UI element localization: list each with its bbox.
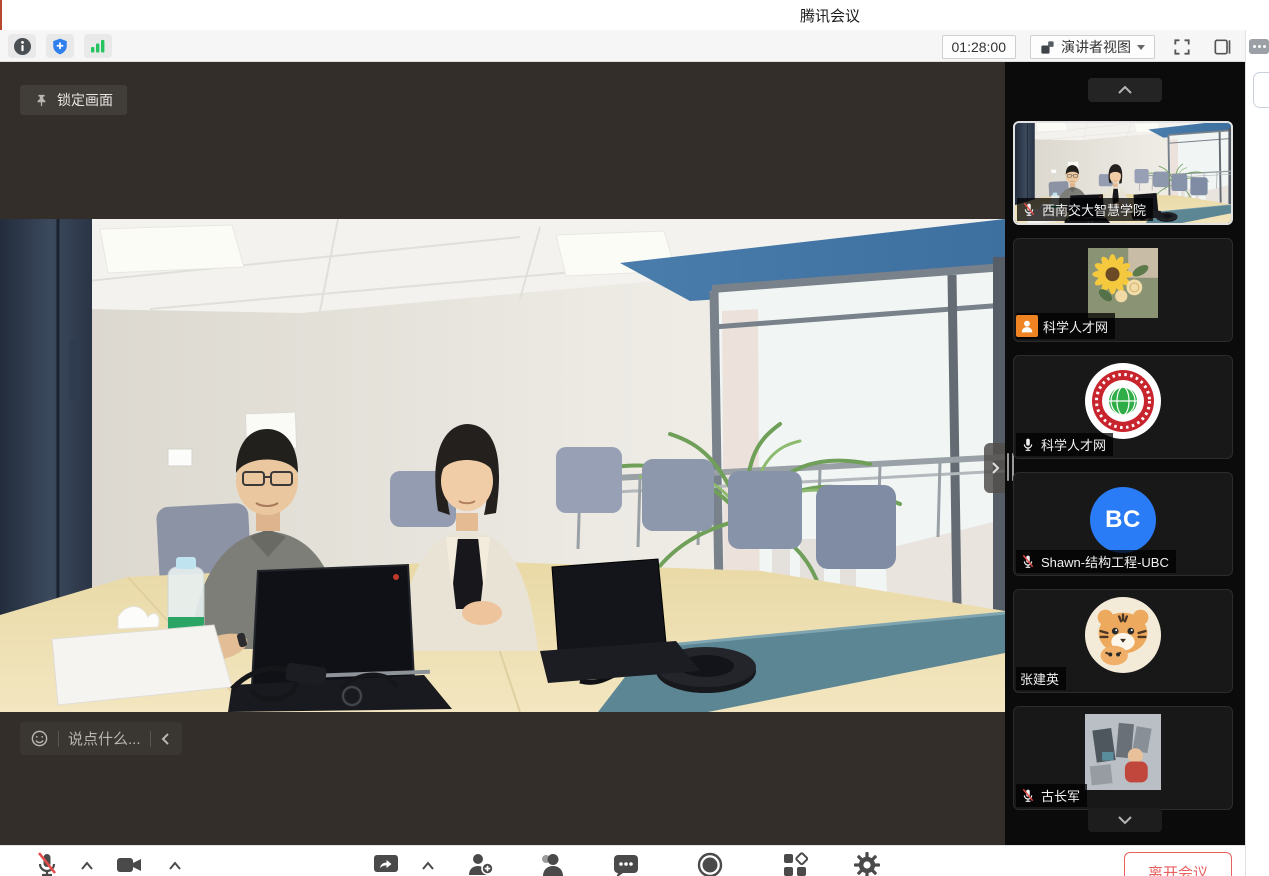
participant-tile[interactable]: 科学人才网	[1013, 238, 1233, 342]
mic-muted-icon	[1020, 788, 1036, 804]
camera-options-chevron[interactable]	[168, 859, 182, 873]
pin-icon	[34, 92, 49, 109]
participant-list: 西南交大智慧学院	[1013, 121, 1237, 810]
view-mode-dropdown[interactable]: 演讲者视图	[1030, 35, 1155, 59]
meeting-window: 腾讯会议	[0, 0, 1269, 876]
quick-chat-bar[interactable]: 说点什么...	[20, 722, 182, 755]
participant-label: Shawn-结构工程-UBC	[1016, 550, 1176, 573]
participant-label: 科学人才网	[1016, 313, 1115, 339]
chat-input-placeholder[interactable]: 说点什么...	[68, 728, 141, 749]
participant-label: 古长军	[1016, 784, 1087, 807]
collapse-chat-icon[interactable]	[160, 732, 172, 746]
camera-button-icon[interactable]	[115, 851, 143, 876]
network-quality-button[interactable]	[84, 34, 112, 58]
record-button-icon[interactable]	[696, 851, 724, 876]
chat-button-icon[interactable]	[612, 851, 640, 876]
divider	[150, 731, 151, 747]
participant-tile[interactable]: 张建英	[1013, 589, 1233, 693]
side-panel-icon	[1212, 37, 1232, 57]
participant-tile[interactable]: 科学人才网	[1013, 355, 1233, 459]
photo-avatar	[1083, 714, 1163, 790]
settings-button-icon[interactable]	[853, 851, 881, 876]
phone-user-badge-icon	[1016, 315, 1038, 337]
participant-name: 科学人才网	[1043, 317, 1108, 336]
collapsed-panel-outline	[1253, 72, 1269, 108]
emoji-icon[interactable]	[30, 729, 49, 748]
participant-tile[interactable]: BC	[1013, 472, 1233, 576]
more-bubble-icon[interactable]	[1249, 39, 1269, 54]
add-user-button-icon[interactable]	[466, 851, 494, 876]
chevron-down-icon	[1117, 815, 1133, 825]
scroll-up-button[interactable]	[1088, 78, 1162, 102]
participant-label: 张建英	[1016, 667, 1066, 690]
meeting-info-button[interactable]	[8, 34, 36, 58]
participant-name: 西南交大智慧学院	[1042, 200, 1146, 219]
participant-name: 张建英	[1020, 669, 1059, 688]
share-screen-button-icon[interactable]	[372, 851, 400, 876]
window-title: 腾讯会议	[800, 5, 860, 26]
seal-logo-avatar	[1083, 361, 1163, 441]
fullscreen-icon	[1172, 37, 1192, 57]
mic-muted-icon	[1020, 554, 1036, 570]
side-panel-toggle-button[interactable]	[1209, 34, 1235, 60]
initials-avatar: BC	[1090, 487, 1156, 553]
chevron-up-icon	[1117, 85, 1133, 95]
sidebar-expand-handle[interactable]	[984, 443, 1005, 493]
speaker-video[interactable]	[0, 219, 1005, 712]
participants-button-icon[interactable]	[537, 851, 565, 876]
participant-tile[interactable]: 西南交大智慧学院	[1013, 121, 1233, 225]
leave-meeting-button[interactable]: 离开会议	[1124, 852, 1232, 876]
mic-muted-icon	[1021, 202, 1037, 218]
speaker-view-icon	[1040, 40, 1055, 55]
participant-name: Shawn-结构工程-UBC	[1041, 552, 1169, 571]
tiger-avatar	[1084, 596, 1162, 674]
fullscreen-button[interactable]	[1169, 34, 1195, 60]
participant-name: 科学人才网	[1041, 435, 1106, 454]
pin-view-button[interactable]: 锁定画面	[20, 85, 127, 115]
share-options-chevron[interactable]	[421, 859, 435, 873]
network-signal-icon	[89, 38, 107, 54]
divider	[58, 731, 59, 747]
participant-label: 科学人才网	[1016, 433, 1113, 456]
chevron-right-icon	[990, 461, 1000, 475]
participant-tile[interactable]: 古长军	[1013, 706, 1233, 810]
chevron-down-icon	[1137, 45, 1145, 50]
right-edge-panel	[1245, 30, 1269, 876]
mic-muted-button-icon[interactable]	[33, 851, 61, 876]
apps-button-icon[interactable]	[781, 851, 809, 876]
main-stage: 锁定画面 说点什么...	[0, 62, 1005, 845]
security-shield-icon	[51, 37, 69, 56]
scroll-down-button[interactable]	[1088, 808, 1162, 832]
mic-on-icon	[1020, 437, 1036, 453]
window-edge-accent	[0, 0, 2, 30]
view-mode-label: 演讲者视图	[1061, 37, 1131, 57]
mic-options-chevron[interactable]	[80, 859, 94, 873]
title-bar: 腾讯会议	[0, 0, 1269, 30]
bottom-toolbar: 离开会议	[0, 845, 1245, 876]
participant-name: 古长军	[1041, 786, 1080, 805]
participants-sidebar: 西南交大智慧学院	[1005, 62, 1245, 845]
pin-view-label: 锁定画面	[57, 90, 113, 110]
sunflower-avatar	[1081, 248, 1165, 318]
info-icon	[13, 37, 32, 56]
top-toolbar: 01:28:00 演讲者视图	[0, 30, 1245, 62]
security-button[interactable]	[46, 34, 74, 58]
avatar-initials-text: BC	[1105, 506, 1141, 534]
participant-label: 西南交大智慧学院	[1017, 198, 1153, 221]
meeting-timer: 01:28:00	[942, 35, 1017, 59]
